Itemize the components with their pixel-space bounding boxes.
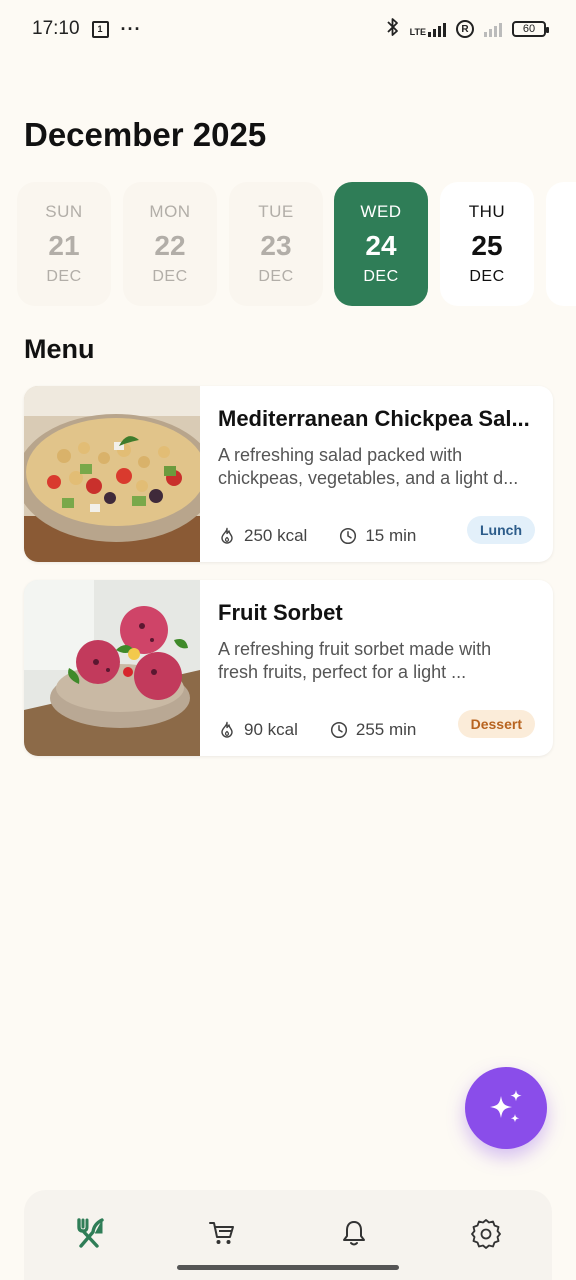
day-month: DEC — [363, 268, 399, 285]
status-right: LTE R 60 — [386, 17, 549, 42]
meal-tag-lunch: Lunch — [467, 516, 535, 544]
menu-item-kcal: 250 kcal — [244, 526, 308, 545]
battery-icon: 60 — [512, 21, 549, 37]
chickpea-salad-image — [24, 386, 200, 562]
sparkles-icon — [490, 1090, 522, 1123]
gear-icon — [471, 1219, 501, 1249]
cart-icon — [209, 1222, 234, 1244]
registered-icon: R — [456, 20, 474, 38]
day-month: DEC — [46, 268, 82, 285]
menu-item-time: 15 min — [365, 526, 417, 545]
nav-notifications[interactable] — [324, 1203, 384, 1263]
day-card-thu-25[interactable]: THU 25 DEC — [440, 182, 534, 306]
menu-item-name: Fruit Sorbet — [218, 600, 343, 625]
day-month: DEC — [152, 268, 188, 285]
menu-card-body: Mediterranean Chickpea Sal... A refreshi… — [200, 386, 553, 562]
bell-icon — [343, 1221, 365, 1246]
day-number: 23 — [260, 230, 292, 261]
menu-card-chickpea-salad[interactable]: Mediterranean Chickpea Sal... A refreshi… — [24, 386, 553, 562]
day-number: 22 — [154, 230, 186, 261]
day-month: DEC — [258, 268, 294, 285]
day-card-next-partial[interactable] — [546, 182, 576, 306]
meal-tag-dessert: Dessert — [457, 710, 535, 738]
date-strip[interactable]: SUN 21 DEC MON 22 DEC TUE 23 DEC WED 24 … — [0, 182, 576, 306]
menu-title: Menu — [24, 334, 95, 364]
day-card-mon-22[interactable]: MON 22 DEC — [123, 182, 217, 306]
menu-card-fruit-sorbet[interactable]: Fruit Sorbet A refreshing fruit sorbet m… — [24, 580, 553, 756]
fork-knife-icon — [77, 1218, 104, 1248]
clock-icon — [340, 527, 357, 545]
status-time: 17:10 — [32, 18, 80, 39]
day-of-week: THU — [468, 202, 506, 221]
lte-signal-icon: LTE — [410, 21, 446, 37]
home-indicator[interactable] — [177, 1265, 399, 1270]
day-number: 21 — [48, 230, 80, 261]
more-notifications-icon: ··· — [120, 18, 142, 39]
menu-item-description: A refreshing salad packed with chickpeas… — [218, 445, 519, 488]
day-of-week: TUE — [258, 202, 294, 221]
day-of-week: WED — [360, 202, 402, 221]
menu-card-body: Fruit Sorbet A refreshing fruit sorbet m… — [200, 580, 553, 756]
menu-item-meta: 90 kcal 255 min — [218, 720, 416, 740]
flame-icon — [221, 527, 233, 544]
day-card-sun-21[interactable]: SUN 21 DEC — [17, 182, 111, 306]
day-month: DEC — [469, 268, 505, 285]
fruit-sorbet-image — [24, 580, 200, 756]
menu-item-description: A refreshing fruit sorbet made with fres… — [218, 639, 492, 682]
menu-item-time: 255 min — [355, 720, 417, 739]
menu-item-name: Mediterranean Chickpea Sal... — [218, 406, 530, 431]
nav-shopping-cart[interactable] — [192, 1203, 252, 1263]
month-title: December 2025 — [24, 116, 267, 153]
day-of-week: MON — [149, 202, 191, 221]
nav-menu[interactable] — [60, 1203, 120, 1263]
menu-item-kcal: 90 kcal — [244, 720, 298, 739]
day-card-tue-23[interactable]: TUE 23 DEC — [229, 182, 323, 306]
signal-strength-icon — [484, 21, 502, 37]
menu-item-meta: 250 kcal 15 min — [218, 526, 416, 546]
bluetooth-icon — [386, 17, 400, 42]
clock-icon — [330, 721, 347, 739]
ai-suggest-button[interactable] — [465, 1067, 547, 1149]
day-of-week: SUN — [45, 202, 83, 221]
day-number: 24 — [365, 230, 397, 261]
status-left: 17:10 1 ··· — [32, 18, 142, 40]
flame-icon — [221, 721, 233, 738]
calendar-notification-icon: 1 — [91, 20, 109, 38]
nav-settings[interactable] — [456, 1203, 516, 1263]
status-bar: 17:10 1 ··· LTE R 60 — [0, 0, 576, 58]
day-card-wed-24[interactable]: WED 24 DEC — [334, 182, 428, 306]
day-number: 25 — [471, 230, 503, 261]
